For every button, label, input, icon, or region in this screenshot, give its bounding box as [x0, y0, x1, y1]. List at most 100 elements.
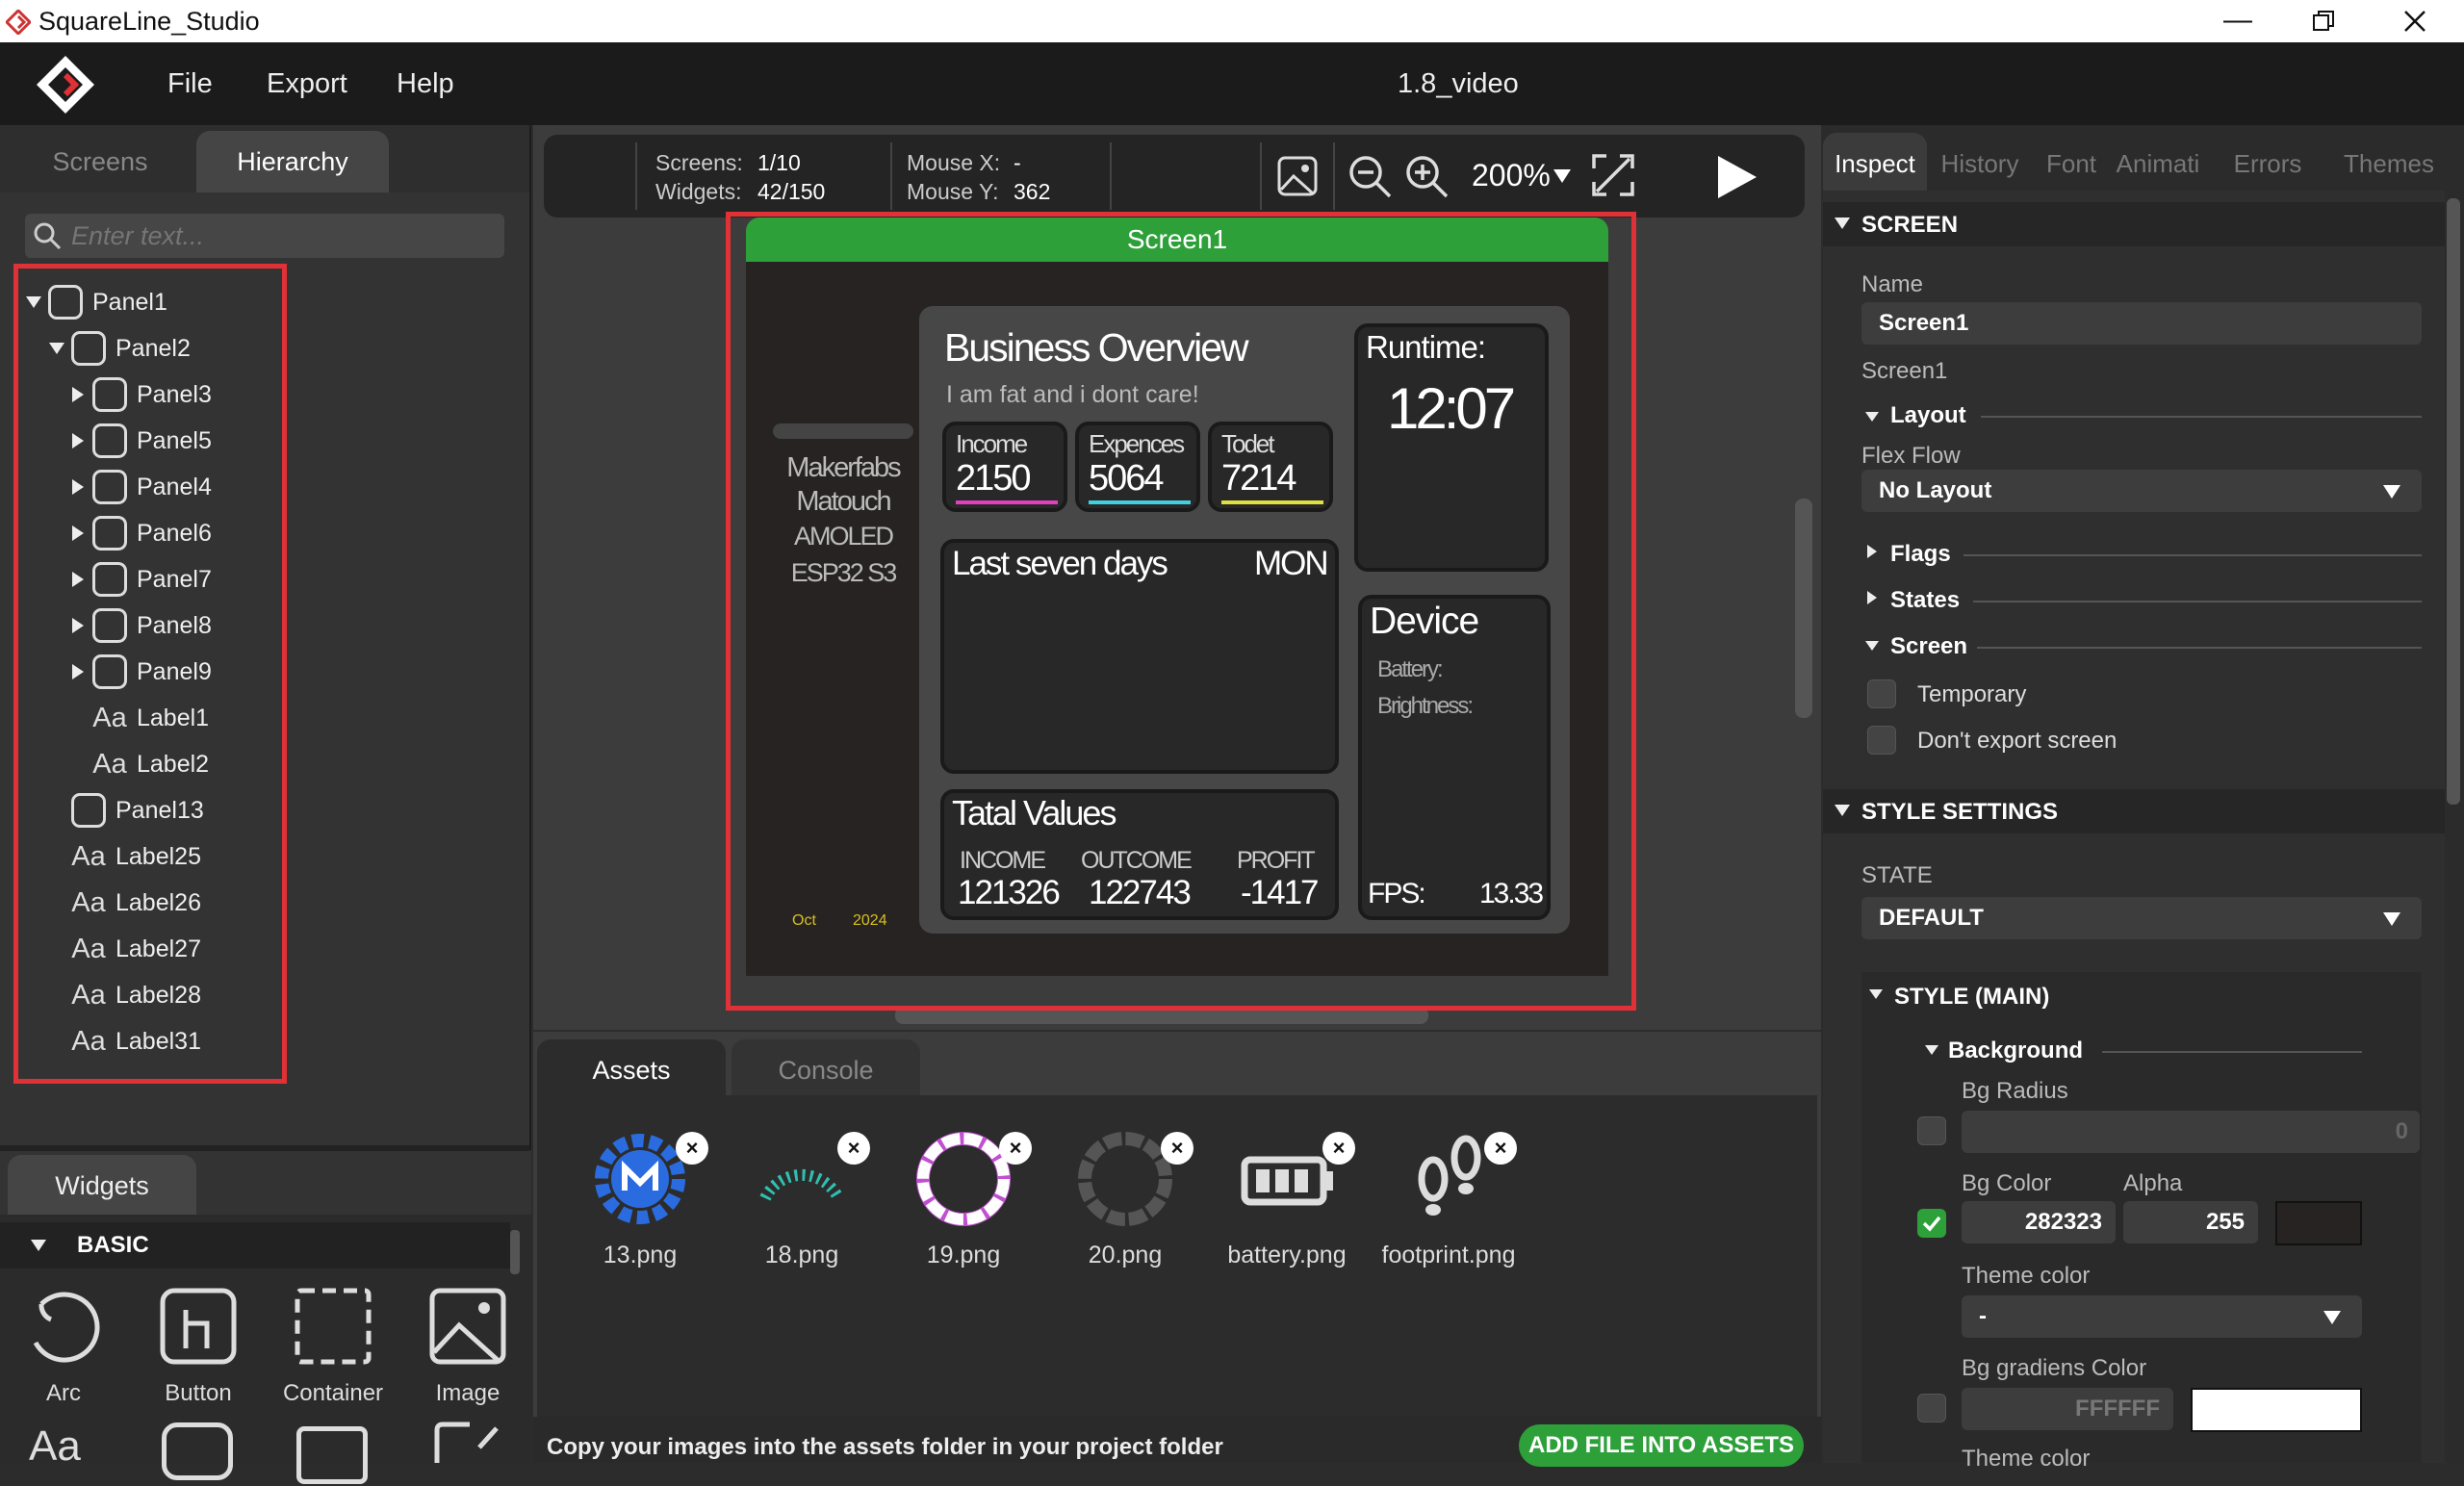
temporary-checkbox[interactable]	[1867, 679, 1896, 708]
fit-screen-icon[interactable]	[1591, 153, 1635, 197]
highlight-box	[13, 264, 287, 1084]
tab-console[interactable]: Console	[732, 1039, 920, 1101]
menu-help[interactable]: Help	[397, 42, 454, 125]
app-logo-icon	[6, 10, 31, 35]
grad-color-swatch[interactable]	[2191, 1388, 2362, 1432]
tab-font[interactable]: Font	[2033, 133, 2110, 192]
remove-asset-footprint-icon[interactable]: ×	[1484, 1132, 1517, 1165]
tab-inspect[interactable]: Inspect	[1823, 133, 1927, 192]
textarea-widget-icon[interactable]	[431, 1421, 502, 1463]
panel-widget-icon[interactable]	[162, 1422, 233, 1480]
state-label: STATE	[1861, 862, 1933, 888]
tab-hierarchy[interactable]: Hierarchy	[196, 131, 389, 192]
menu-export[interactable]: Export	[267, 42, 347, 125]
widget-container[interactable]: Container	[275, 1285, 391, 1407]
add-file-button[interactable]: ADD FILE INTO ASSETS	[1519, 1424, 1804, 1467]
screen-sub-header[interactable]: Screen	[1890, 633, 1967, 660]
layout-header[interactable]: Layout	[1890, 402, 1966, 429]
widget-image[interactable]: Image	[410, 1285, 526, 1407]
bg-color-label: Bg Color	[1962, 1170, 2052, 1196]
screen-section-header[interactable]: SCREEN	[1823, 202, 2445, 246]
search-box[interactable]	[25, 214, 504, 258]
alpha-label: Alpha	[2123, 1170, 2183, 1196]
tab-widgets[interactable]: Widgets	[8, 1155, 196, 1215]
tab-errors[interactable]: Errors	[2206, 133, 2329, 192]
style-main-collapse-icon[interactable]	[1869, 989, 1883, 999]
search-icon	[34, 222, 62, 250]
widget-arc[interactable]: Arc	[6, 1285, 121, 1407]
states-header[interactable]: States	[1890, 587, 1960, 614]
minimize-icon[interactable]: —	[2223, 4, 2252, 37]
background-collapse-icon[interactable]	[1925, 1045, 1938, 1055]
alpha-input[interactable]: 255	[2123, 1201, 2258, 1243]
screens-count: 1/10	[757, 150, 801, 175]
zoom-level[interactable]: 200%	[1472, 158, 1551, 193]
mouse-x: -	[1014, 150, 1021, 175]
flags-expand-icon[interactable]	[1867, 545, 1877, 558]
widget-image-label: Image	[435, 1380, 500, 1406]
name-input[interactable]: Screen1	[1861, 302, 2422, 345]
basic-section-header[interactable]: BASIC	[0, 1222, 510, 1268]
grad-color-label: Bg gradiens Color	[1962, 1355, 2147, 1381]
image-icon	[429, 1288, 506, 1365]
play-icon[interactable]	[1712, 152, 1760, 202]
project-name: 1.8_video	[1398, 68, 1519, 99]
zoom-in-icon[interactable]	[1403, 153, 1450, 199]
button-icon	[160, 1288, 237, 1365]
flags-header[interactable]: Flags	[1890, 541, 1951, 568]
menu-file[interactable]: File	[167, 42, 213, 125]
inspector-scrollbar[interactable]	[2447, 198, 2460, 805]
screen-collapse-icon[interactable]	[1865, 641, 1879, 651]
tabview-widget-icon[interactable]	[296, 1426, 368, 1484]
widgets-count-label: Widgets:	[655, 179, 742, 204]
scrollbar[interactable]	[510, 1230, 520, 1274]
bg-radius-input[interactable]: 0	[1962, 1111, 2420, 1153]
tab-themes[interactable]: Themes	[2333, 133, 2445, 192]
close-icon[interactable]	[2403, 10, 2426, 33]
dont-export-checkbox[interactable]	[1867, 726, 1896, 755]
bg-color-checkbox[interactable]	[1917, 1209, 1946, 1238]
flex-flow-dropdown[interactable]: No Layout	[1861, 470, 2422, 512]
tab-animati[interactable]: Animati	[2112, 133, 2204, 192]
remove-asset-13-icon[interactable]: ×	[676, 1132, 708, 1165]
arc-icon	[33, 1292, 100, 1363]
zoom-dropdown-icon[interactable]	[1553, 169, 1571, 183]
grad-color-checkbox[interactable]	[1917, 1394, 1946, 1422]
restore-icon[interactable]	[2312, 10, 2335, 33]
mouse-y-label: Mouse Y:	[907, 179, 999, 204]
states-expand-icon[interactable]	[1867, 591, 1877, 604]
remove-asset-19-icon[interactable]: ×	[999, 1132, 1032, 1165]
tab-screens[interactable]: Screens	[13, 131, 187, 192]
style-settings-header[interactable]: STYLE SETTINGS	[1823, 789, 2445, 833]
bg-color-swatch[interactable]	[2275, 1201, 2362, 1245]
bg-radius-checkbox[interactable]	[1917, 1116, 1946, 1145]
vertical-scrollbar[interactable]	[1795, 499, 1812, 718]
zoom-out-icon[interactable]	[1347, 153, 1393, 199]
state-dropdown[interactable]: DEFAULT	[1861, 897, 2422, 939]
tab-history[interactable]: History	[1929, 133, 2031, 192]
dont-export-label: Don't export screen	[1917, 728, 2118, 754]
theme-color-dropdown[interactable]: -	[1962, 1295, 2362, 1338]
bg-color-input[interactable]: 282323	[1962, 1201, 2116, 1243]
style-main-header[interactable]: STYLE (MAIN)	[1894, 984, 2049, 1011]
grad-color-input[interactable]: FFFFFF	[1962, 1388, 2173, 1430]
label-widget-icon[interactable]: Aa	[29, 1422, 81, 1471]
state-dropdown-arrow-icon	[2383, 912, 2400, 926]
tab-assets[interactable]: Assets	[537, 1039, 726, 1101]
remove-asset-20-icon[interactable]: ×	[1161, 1132, 1194, 1165]
widget-button[interactable]: Button	[141, 1285, 256, 1407]
flex-flow-value: No Layout	[1879, 477, 1992, 503]
check-icon	[1922, 1216, 1941, 1232]
background-image-icon[interactable]	[1276, 155, 1319, 197]
asset-13-label: 13.png	[603, 1242, 678, 1268]
remove-asset-battery-icon[interactable]: ×	[1322, 1132, 1355, 1165]
asset-footprint-label: footprint.png	[1381, 1242, 1516, 1268]
background-header[interactable]: Background	[1948, 1038, 2083, 1064]
layout-collapse-icon[interactable]	[1865, 412, 1879, 422]
screen-section-label: SCREEN	[1861, 212, 1959, 238]
asset-19-label: 19.png	[926, 1242, 1001, 1268]
search-input[interactable]	[71, 218, 495, 254]
toolbar: Screens: 1/10 Widgets: 42/150 Mouse X: -…	[544, 135, 1805, 218]
remove-asset-18-icon[interactable]: ×	[837, 1132, 870, 1165]
widget-container-label: Container	[282, 1380, 384, 1406]
